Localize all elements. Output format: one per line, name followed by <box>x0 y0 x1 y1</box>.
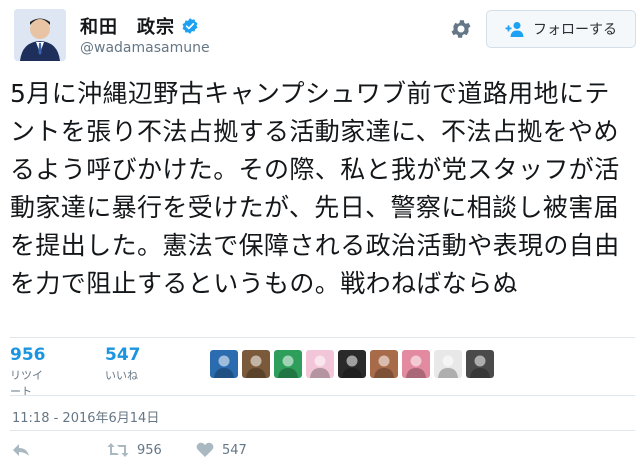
retweet-button[interactable]: 956 <box>107 442 162 458</box>
divider <box>10 430 635 431</box>
retweet-action-count: 956 <box>137 442 162 458</box>
likes-stat[interactable]: 547 いいね <box>105 345 141 383</box>
tweet-text: 5月に沖縄辺野古キャンプシュワブ前で道路用地にテントを張り不法占拠する活動家達に… <box>10 79 620 298</box>
retweets-stat[interactable]: 956 リツイート <box>10 345 46 399</box>
avatar-white-cat[interactable] <box>338 350 366 378</box>
avatar-anime-pink[interactable] <box>402 350 430 378</box>
likes-count: 547 <box>105 345 141 365</box>
avatar-anime-girl[interactable] <box>306 350 334 378</box>
display-name[interactable]: 和田 政宗 <box>80 13 175 39</box>
retweet-icon <box>107 443 129 457</box>
likes-label: いいね <box>105 369 138 382</box>
liker-avatars <box>210 350 498 380</box>
avatar-man-suit[interactable] <box>434 350 462 378</box>
follow-button[interactable]: フォローする <box>486 10 636 48</box>
avatar-old-man[interactable] <box>370 350 398 378</box>
follow-button-label: フォローする <box>533 22 617 38</box>
reply-button[interactable] <box>12 442 30 458</box>
verified-badge-icon <box>182 18 198 34</box>
divider <box>10 337 635 338</box>
avatar-blue-abstract[interactable] <box>210 350 238 378</box>
reply-icon <box>13 444 29 456</box>
add-user-icon <box>505 22 524 37</box>
like-action-count: 547 <box>222 442 247 458</box>
tweet-header: 和田 政宗 @wadamasamune フォローする <box>0 0 640 70</box>
avatar-green-sign[interactable] <box>274 350 302 378</box>
gear-icon[interactable] <box>449 17 473 41</box>
user-avatar[interactable] <box>14 9 66 61</box>
name-row: 和田 政宗 <box>80 14 199 38</box>
avatar-man-glasses[interactable] <box>242 350 270 378</box>
avatar-man-dark[interactable] <box>466 350 494 378</box>
tweet-timestamp[interactable]: 11:18 - 2016年6月14日 <box>12 407 159 426</box>
user-handle[interactable]: @wadamasamune <box>80 40 210 56</box>
divider <box>10 395 635 396</box>
like-button[interactable]: 547 <box>196 442 247 458</box>
tweet-actions: 956 547 <box>0 440 640 466</box>
heart-icon <box>196 442 214 457</box>
retweets-count: 956 <box>10 345 46 365</box>
